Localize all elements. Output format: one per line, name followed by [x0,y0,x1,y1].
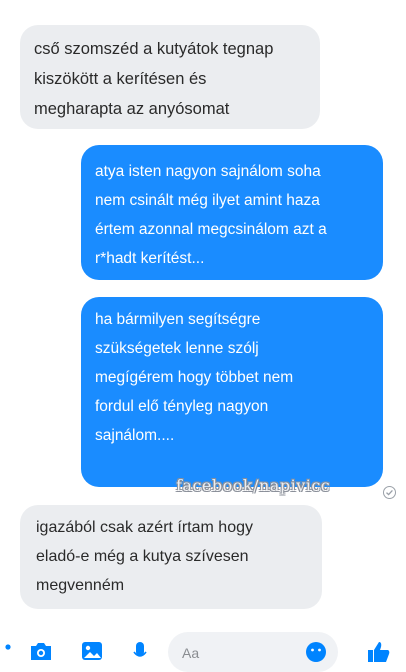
microphone-icon[interactable] [132,640,148,667]
sent-message-bubble[interactable]: ha bármilyen segítségre szükségetek lenn… [81,297,383,487]
message-text-line: megígérem hogy többet nem [95,369,294,386]
message-input-placeholder: Aa [182,645,200,661]
camera-icon[interactable] [28,640,54,667]
like-icon[interactable] [364,640,392,667]
gallery-icon[interactable] [80,640,104,667]
message-composer: Aa [0,632,406,672]
delivered-check-icon [383,486,396,499]
message-text-line: sajnálom.... [95,427,175,444]
message-text-line: szükségetek lenne szólj [95,340,259,357]
emoji-icon[interactable] [304,640,328,667]
watermark: facebook/napivicc [176,476,331,495]
message-text-line: atya isten nagyon sajnálom soha [95,163,321,180]
message-text-line: kiszökött a kerítésen és [34,70,207,88]
received-message-bubble[interactable]: igazából csak azért írtam hogy eladó-e m… [20,505,322,609]
message-text-line: igazából csak azért írtam hogy [36,519,253,536]
received-message-bubble[interactable]: cső szomszéd a kutyátok tegnap kiszökött… [20,25,320,129]
message-text-line: nem csinált még ilyet amint haza [95,192,320,209]
message-text-line: cső szomszéd a kutyátok tegnap [34,40,274,58]
message-text-line: r*hadt kerítést... [95,250,205,267]
menu-icon[interactable] [4,640,18,663]
message-text-line: értem azonnal megcsinálom azt a [95,221,327,238]
message-text-line: eladó-e még a kutya szívesen [36,548,249,565]
message-text-line: megharapta az anyósomat [34,100,230,118]
message-text-line: ha bármilyen segítségre [95,311,261,328]
message-text-line: megvenném [36,577,125,594]
sent-message-bubble[interactable]: atya isten nagyon sajnálom soha nem csin… [81,145,383,280]
message-text-line: fordul elő tényleg nagyon [95,398,269,415]
